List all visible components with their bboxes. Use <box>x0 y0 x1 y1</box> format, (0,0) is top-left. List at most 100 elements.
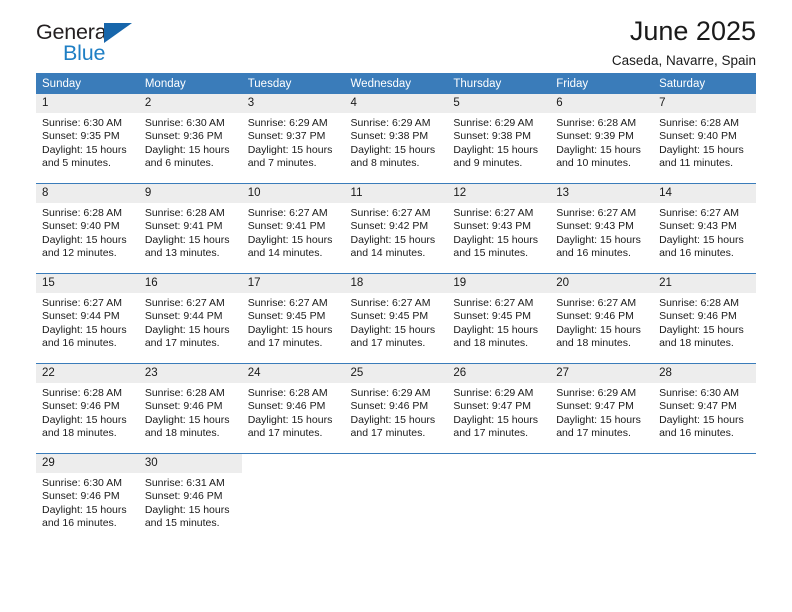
calendar-day-cell[interactable]: 15 Sunrise: 6:27 AM Sunset: 9:44 PM Dayligh… <box>36 273 139 364</box>
calendar-day-cell[interactable]: 24 Sunrise: 6:28 AM Sunset: 9:46 PM Dayligh… <box>241 363 345 454</box>
generalblue-logo[interactable]: General Blue <box>36 20 206 72</box>
calendar-week-row: 1 Sunrise: 6:30 AM Sunset: 9:35 PM Daylight… <box>36 94 756 184</box>
sunset-text: Sunset: 9:42 PM <box>350 220 429 233</box>
day-cell-inner: 7 Sunrise: 6:28 AM Sunset: 9:40 PM Daylight… <box>653 94 756 183</box>
calendar-week-row: 15 Sunrise: 6:27 AM Sunset: 9:44 PM Dayligh… <box>36 273 756 364</box>
calendar-day-cell[interactable]: 7 Sunrise: 6:28 AM Sunset: 9:40 PM Daylight… <box>653 94 756 184</box>
calendar-body: 1 Sunrise: 6:30 AM Sunset: 9:35 PM Daylight… <box>36 94 756 543</box>
sunrise-text: Sunrise: 6:30 AM <box>42 477 122 489</box>
daylight-text-line1: Daylight: 15 hours <box>247 143 333 156</box>
calendar-day-cell[interactable]: 3 Sunrise: 6:29 AM Sunset: 9:37 PM Daylight… <box>241 94 345 184</box>
calendar-day-cell[interactable]: 14 Sunrise: 6:27 AM Sunset: 9:43 PM Dayligh… <box>653 183 756 274</box>
daylight-text-line2: and 7 minutes. <box>247 157 317 170</box>
day-details: Sunrise: 6:28 AM Sunset: 9:39 PM Daylight:… <box>550 113 653 171</box>
daylight-text-line1: Daylight: 15 hours <box>659 413 744 426</box>
daylight-text-line2: and 6 minutes. <box>144 157 214 170</box>
day-number: 1 <box>36 94 139 113</box>
calendar-day-cell[interactable]: 17 Sunrise: 6:27 AM Sunset: 9:45 PM Dayligh… <box>241 273 345 364</box>
daylight-text-line1: Daylight: 15 hours <box>247 323 333 336</box>
calendar-day-cell[interactable]: 27 Sunrise: 6:29 AM Sunset: 9:47 PM Dayligh… <box>550 363 654 454</box>
calendar-day-cell[interactable]: 12 Sunrise: 6:27 AM Sunset: 9:43 PM Dayligh… <box>447 183 551 274</box>
daylight-text-line2: and 14 minutes. <box>247 247 323 260</box>
day-details: Sunrise: 6:28 AM Sunset: 9:46 PM Daylight:… <box>36 383 139 441</box>
sunset-text: Sunset: 9:41 PM <box>247 220 326 233</box>
day-number <box>447 454 551 473</box>
calendar-day-cell[interactable]: 23 Sunrise: 6:28 AM Sunset: 9:46 PM Dayligh… <box>138 363 242 454</box>
sunset-text: Sunset: 9:46 PM <box>42 490 120 503</box>
day-number: 4 <box>344 94 448 113</box>
day-number: 9 <box>138 184 242 203</box>
calendar-day-cell[interactable]: 10 Sunrise: 6:27 AM Sunset: 9:41 PM Dayligh… <box>241 183 345 274</box>
sunset-text: Sunset: 9:39 PM <box>556 130 634 143</box>
sunrise-text: Sunrise: 6:27 AM <box>144 297 225 309</box>
daylight-text-line1: Daylight: 15 hours <box>144 413 230 426</box>
calendar-cell-empty <box>344 453 448 543</box>
day-details: Sunrise: 6:29 AM Sunset: 9:46 PM Daylight:… <box>345 383 448 441</box>
daylight-text-line1: Daylight: 15 hours <box>42 143 127 156</box>
calendar-day-cell[interactable]: 11 Sunrise: 6:27 AM Sunset: 9:42 PM Dayligh… <box>344 183 448 274</box>
sunrise-text: Sunrise: 6:27 AM <box>247 207 328 219</box>
daylight-text-line2: and 5 minutes. <box>42 157 111 170</box>
calendar-day-cell[interactable]: 20 Sunrise: 6:27 AM Sunset: 9:46 PM Dayligh… <box>550 273 654 364</box>
day-details: Sunrise: 6:27 AM Sunset: 9:45 PM Daylight:… <box>447 293 550 351</box>
calendar-day-cell[interactable]: 2 Sunrise: 6:30 AM Sunset: 9:36 PM Daylight… <box>138 94 242 184</box>
sunset-text: Sunset: 9:47 PM <box>453 400 532 413</box>
sunrise-text: Sunrise: 6:28 AM <box>659 297 740 309</box>
calendar-day-cell[interactable]: 21 Sunrise: 6:28 AM Sunset: 9:46 PM Dayligh… <box>653 273 756 364</box>
calendar-day-cell[interactable]: 30 Sunrise: 6:31 AM Sunset: 9:46 PM Dayligh… <box>138 453 242 543</box>
calendar-day-cell[interactable]: 26 Sunrise: 6:29 AM Sunset: 9:47 PM Dayligh… <box>447 363 551 454</box>
sunset-text: Sunset: 9:41 PM <box>144 220 223 233</box>
sunset-text: Sunset: 9:40 PM <box>659 130 737 143</box>
day-number: 11 <box>344 184 448 203</box>
calendar-day-cell[interactable]: 5 Sunrise: 6:29 AM Sunset: 9:38 PM Daylight… <box>447 94 551 184</box>
calendar-day-cell[interactable]: 1 Sunrise: 6:30 AM Sunset: 9:35 PM Daylight… <box>36 94 139 184</box>
calendar-day-cell[interactable]: 29 Sunrise: 6:30 AM Sunset: 9:46 PM Dayligh… <box>36 453 139 543</box>
calendar-day-cell[interactable]: 16 Sunrise: 6:27 AM Sunset: 9:44 PM Dayligh… <box>138 273 242 364</box>
sunset-text: Sunset: 9:46 PM <box>659 310 737 323</box>
daylight-text-line1: Daylight: 15 hours <box>556 323 641 336</box>
calendar-day-cell[interactable]: 6 Sunrise: 6:28 AM Sunset: 9:39 PM Daylight… <box>550 94 654 184</box>
calendar-day-cell[interactable]: 8 Sunrise: 6:28 AM Sunset: 9:40 PM Daylight… <box>36 183 139 274</box>
day-details: Sunrise: 6:27 AM Sunset: 9:44 PM Daylight:… <box>139 293 242 351</box>
day-cell-inner: 12 Sunrise: 6:27 AM Sunset: 9:43 PM Dayligh… <box>447 184 551 273</box>
calendar-day-cell[interactable]: 28 Sunrise: 6:30 AM Sunset: 9:47 PM Dayligh… <box>653 363 756 454</box>
calendar-day-cell[interactable]: 25 Sunrise: 6:29 AM Sunset: 9:46 PM Dayligh… <box>344 363 448 454</box>
page-header: General Blue June 2025 Caseda, Navarre, … <box>36 0 756 73</box>
day-cell-inner: 5 Sunrise: 6:29 AM Sunset: 9:38 PM Daylight… <box>447 94 551 183</box>
calendar-day-cell[interactable]: 19 Sunrise: 6:27 AM Sunset: 9:45 PM Dayligh… <box>447 273 551 364</box>
sunset-text: Sunset: 9:35 PM <box>42 130 120 143</box>
day-number: 19 <box>447 274 551 293</box>
daylight-text-line2: and 17 minutes. <box>247 337 323 350</box>
day-cell-inner: 21 Sunrise: 6:28 AM Sunset: 9:46 PM Dayligh… <box>653 274 756 363</box>
daylight-text-line2: and 18 minutes. <box>453 337 529 350</box>
calendar-day-cell[interactable]: 22 Sunrise: 6:28 AM Sunset: 9:46 PM Dayligh… <box>36 363 139 454</box>
day-details: Sunrise: 6:29 AM Sunset: 9:47 PM Daylight:… <box>550 383 653 441</box>
calendar-day-cell[interactable]: 18 Sunrise: 6:27 AM Sunset: 9:45 PM Dayligh… <box>344 273 448 364</box>
daylight-text-line2: and 16 minutes. <box>556 247 631 260</box>
calendar-day-cell[interactable]: 4 Sunrise: 6:29 AM Sunset: 9:38 PM Daylight… <box>344 94 448 184</box>
daylight-text-line2: and 18 minutes. <box>42 427 117 440</box>
calendar-week-row: 22 Sunrise: 6:28 AM Sunset: 9:46 PM Dayligh… <box>36 363 756 454</box>
calendar-page: General Blue June 2025 Caseda, Navarre, … <box>0 0 792 612</box>
sunrise-text: Sunrise: 6:27 AM <box>453 207 534 219</box>
sunrise-text: Sunrise: 6:29 AM <box>453 117 534 129</box>
daylight-text-line2: and 18 minutes. <box>144 427 220 440</box>
sunset-text: Sunset: 9:38 PM <box>350 130 429 143</box>
day-details: Sunrise: 6:27 AM Sunset: 9:45 PM Daylight:… <box>242 293 345 351</box>
sunset-text: Sunset: 9:44 PM <box>42 310 120 323</box>
sunset-text: Sunset: 9:43 PM <box>453 220 532 233</box>
daylight-text-line2: and 14 minutes. <box>350 247 426 260</box>
title-block: June 2025 Caseda, Navarre, Spain <box>612 0 756 70</box>
day-cell-inner: 4 Sunrise: 6:29 AM Sunset: 9:38 PM Daylight… <box>344 94 448 183</box>
sunrise-text: Sunrise: 6:28 AM <box>659 117 740 129</box>
sunrise-text: Sunrise: 6:29 AM <box>247 117 328 129</box>
day-number: 24 <box>241 364 345 383</box>
calendar-day-cell[interactable]: 13 Sunrise: 6:27 AM Sunset: 9:43 PM Dayligh… <box>550 183 654 274</box>
sunrise-text: Sunrise: 6:27 AM <box>453 297 534 309</box>
day-number: 6 <box>550 94 654 113</box>
day-cell-inner: 19 Sunrise: 6:27 AM Sunset: 9:45 PM Dayligh… <box>447 274 551 363</box>
calendar-day-cell[interactable]: 9 Sunrise: 6:28 AM Sunset: 9:41 PM Daylight… <box>138 183 242 274</box>
day-details: Sunrise: 6:28 AM Sunset: 9:46 PM Daylight:… <box>653 293 756 351</box>
day-details: Sunrise: 6:29 AM Sunset: 9:38 PM Daylight:… <box>345 113 448 171</box>
day-details: Sunrise: 6:27 AM Sunset: 9:43 PM Daylight:… <box>447 203 550 261</box>
